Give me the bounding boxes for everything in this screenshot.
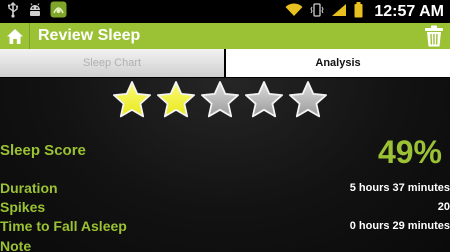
trash-icon [425, 25, 443, 47]
delete-button[interactable] [418, 23, 450, 49]
spikes-value: 20 [437, 201, 450, 213]
tab-sleep-chart[interactable]: Sleep Chart [0, 49, 224, 77]
star-empty-icon[interactable] [200, 80, 240, 120]
star-filled-icon[interactable] [156, 80, 196, 120]
star-rating[interactable] [112, 80, 328, 120]
note-row: Note [0, 238, 450, 252]
status-bar: 12:57 AM [0, 0, 450, 23]
fall-asleep-label: Time to Fall Asleep [0, 218, 127, 234]
status-clock: 12:57 AM [374, 3, 444, 21]
home-icon [6, 28, 23, 44]
wifi-icon [285, 2, 303, 21]
sleep-score-label: Sleep Score [0, 142, 86, 159]
status-system-icons: 12:57 AM [285, 1, 444, 22]
signal-icon [331, 2, 347, 21]
star-filled-icon[interactable] [112, 80, 152, 120]
note-label: Note [0, 238, 32, 252]
app-header: Review Sleep [0, 23, 450, 49]
spikes-label: Spikes [0, 199, 46, 215]
battery-icon [354, 1, 363, 22]
tab-analysis[interactable]: Analysis [224, 49, 450, 77]
clock-ampm: AM [419, 2, 444, 20]
usb-icon [6, 1, 20, 22]
star-empty-icon[interactable] [244, 80, 284, 120]
sleep-score-value: 49% [377, 134, 442, 170]
home-button[interactable] [0, 23, 30, 49]
analysis-panel: Sleep Score 49% Duration 5 hours 37 minu… [0, 78, 450, 252]
fall-asleep-value: 0 hours 29 minutes [349, 220, 450, 232]
star-empty-icon[interactable] [288, 80, 328, 120]
app-notification-icon [50, 1, 67, 22]
fall-asleep-row: Time to Fall Asleep 0 hours 29 minutes [0, 218, 450, 236]
spikes-row: Spikes 20 [0, 199, 450, 217]
duration-value: 5 hours 37 minutes [349, 182, 450, 194]
duration-label: Duration [0, 180, 58, 196]
android-debug-icon [27, 2, 43, 22]
page-title: Review Sleep [38, 27, 141, 44]
clock-time: 12:57 [374, 2, 416, 20]
status-notifications [6, 1, 67, 22]
tab-bar: Sleep Chart Analysis [0, 49, 450, 78]
duration-row: Duration 5 hours 37 minutes [0, 180, 450, 198]
vibrate-icon [310, 2, 324, 22]
